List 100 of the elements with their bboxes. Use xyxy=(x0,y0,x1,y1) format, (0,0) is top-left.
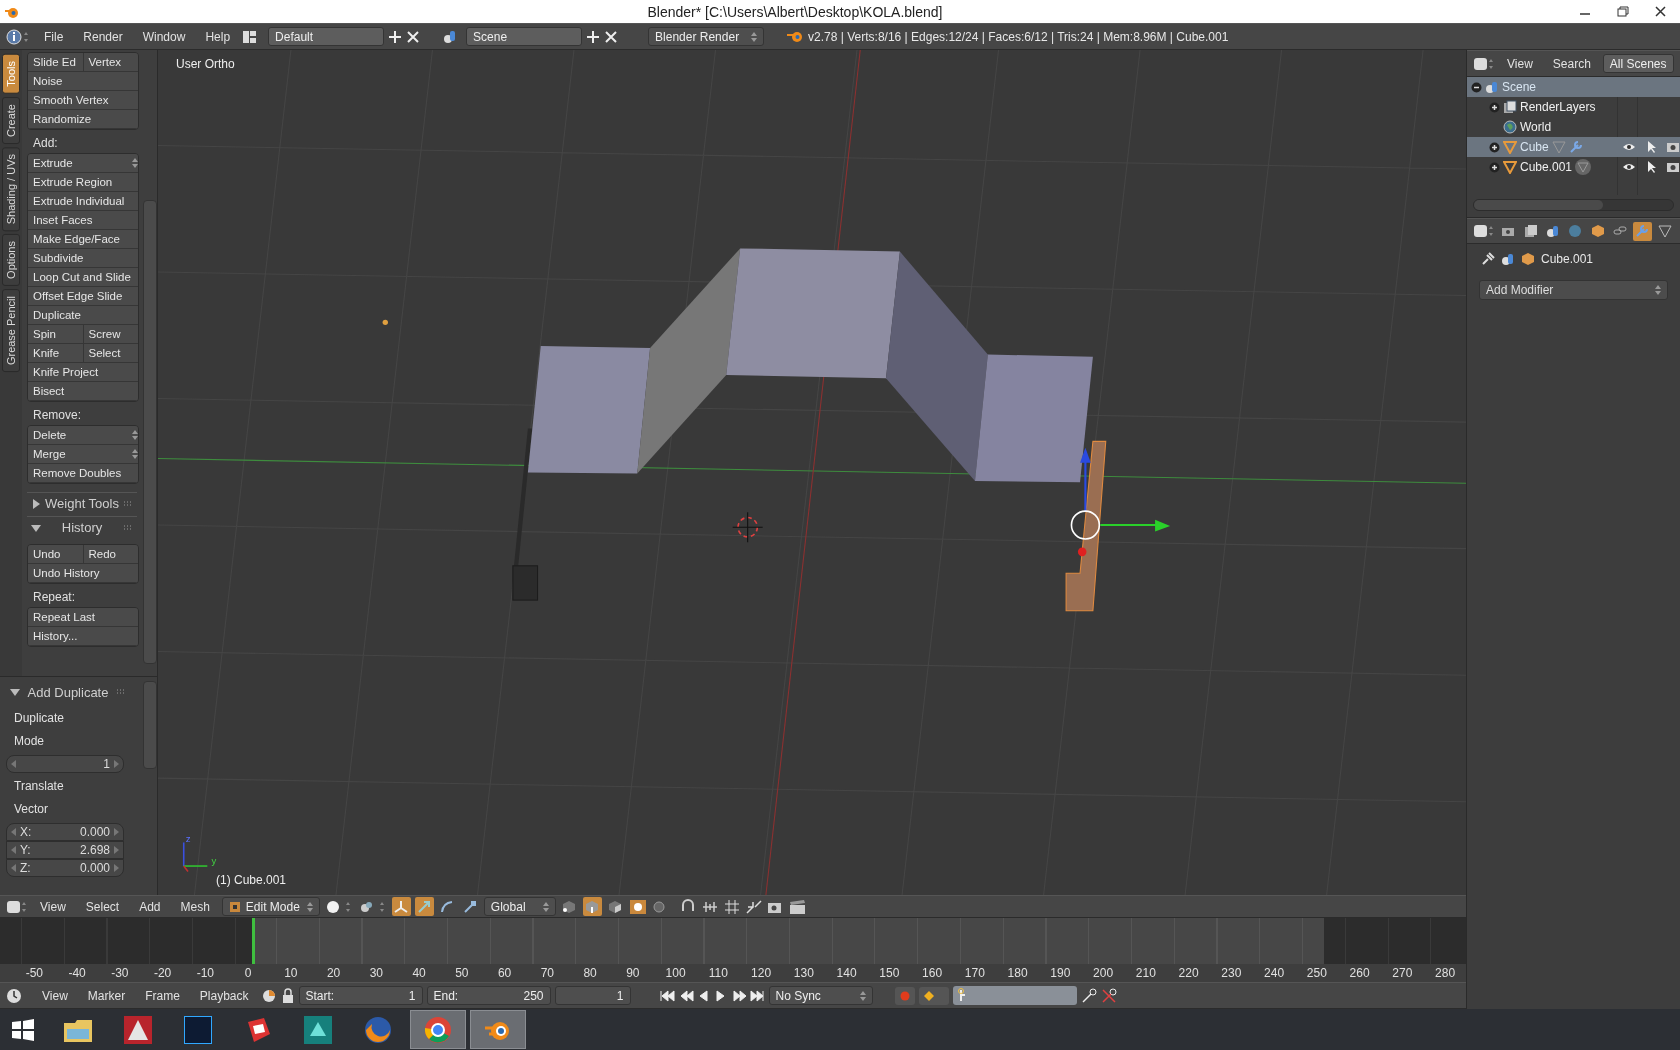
orientation-dropdown[interactable]: Global xyxy=(483,897,556,916)
end-frame-field[interactable]: End: 250 xyxy=(426,986,551,1005)
grid-snap-icon[interactable] xyxy=(722,898,741,915)
outliner-editor-icon[interactable] xyxy=(1473,55,1495,72)
menu-item[interactable]: View xyxy=(34,985,76,1006)
menu-item[interactable]: Search xyxy=(1544,53,1599,74)
number-field[interactable]: Y: 2.698 xyxy=(6,841,124,859)
select-mode-toggle[interactable] xyxy=(582,897,602,916)
menu-item[interactable]: Playback xyxy=(191,985,257,1006)
tool-button[interactable]: Loop Cut and Slide xyxy=(28,268,138,287)
shelf-tab[interactable]: Shading / UVs xyxy=(2,146,20,232)
panel-header[interactable]: Add Duplicate xyxy=(6,681,130,703)
dropdown-button[interactable]: Extrude xyxy=(28,154,138,173)
outliner-row[interactable]: Cube.001 xyxy=(1467,157,1680,177)
clapboard-icon[interactable] xyxy=(788,898,807,915)
tool-button[interactable]: Extrude Individual xyxy=(28,192,138,211)
tool-button[interactable]: Knife xyxy=(28,344,84,363)
scene-field[interactable]: Scene xyxy=(466,27,583,46)
scrollbar[interactable] xyxy=(143,681,157,769)
sync-dropdown[interactable]: No Sync xyxy=(768,986,873,1005)
outliner-row[interactable]: Cube xyxy=(1467,137,1680,157)
number-field[interactable]: 1 xyxy=(6,755,124,773)
tool-button[interactable]: Duplicate xyxy=(28,306,138,325)
menu-item[interactable]: Add xyxy=(131,896,169,917)
tool-button[interactable]: Inset Faces xyxy=(28,211,138,230)
outliner-row[interactable]: World xyxy=(1467,117,1680,137)
cursor-icon[interactable] xyxy=(1646,140,1656,154)
expand-icon[interactable] xyxy=(1489,101,1500,113)
menu-item[interactable]: Select xyxy=(77,896,128,917)
outliner-row[interactable]: Scene xyxy=(1467,77,1680,97)
pin-icon[interactable] xyxy=(1481,252,1495,266)
shrink-icon[interactable] xyxy=(744,898,763,915)
menu-item[interactable]: Frame xyxy=(137,985,188,1006)
key-icon[interactable] xyxy=(1080,987,1097,1004)
playback-controls-icon[interactable] xyxy=(658,988,765,1003)
expand-icon[interactable] xyxy=(1489,141,1500,153)
dropdown-button[interactable]: Merge xyxy=(28,445,138,464)
mode-dropdown[interactable]: Edit Mode xyxy=(221,897,320,916)
screen-layout-field[interactable]: Default xyxy=(268,27,385,46)
scrollbar[interactable] xyxy=(1474,200,1604,210)
add-icon[interactable] xyxy=(388,29,403,44)
close-icon[interactable] xyxy=(406,29,421,44)
shelf-tab[interactable]: Options xyxy=(2,234,20,286)
tool-button[interactable]: Repeat Last xyxy=(28,608,138,627)
properties-tab[interactable] xyxy=(1633,221,1652,241)
render-engine-dropdown[interactable]: Blender Render xyxy=(648,27,765,46)
lock-icon[interactable] xyxy=(280,987,295,1004)
current-frame-field[interactable]: 1 xyxy=(554,986,631,1005)
menu-item[interactable]: View xyxy=(1499,53,1541,74)
tool-button[interactable]: Remove Doubles xyxy=(28,464,138,483)
add-modifier-dropdown[interactable]: Add Modifier xyxy=(1479,280,1668,300)
expand-icon[interactable] xyxy=(1489,161,1500,173)
close-icon[interactable] xyxy=(604,29,619,44)
keyframe-icon[interactable] xyxy=(918,986,949,1005)
transform-gizmo[interactable] xyxy=(1070,447,1171,557)
camera-icon[interactable] xyxy=(1666,160,1680,174)
tool-button[interactable]: Undo xyxy=(28,545,84,564)
tool-button[interactable]: Select xyxy=(83,344,138,363)
number-field[interactable]: Z: 0.000 xyxy=(6,859,124,877)
scrollbar[interactable] xyxy=(143,200,157,664)
shelf-tab[interactable]: Grease Pencil xyxy=(2,288,20,373)
tool-button[interactable]: Noise xyxy=(28,72,138,91)
keying-set-field[interactable] xyxy=(952,986,1077,1005)
number-field[interactable]: X: 0.000 xyxy=(6,823,124,841)
tool-button[interactable]: Redo xyxy=(83,545,138,564)
tool-button[interactable]: Bisect xyxy=(28,382,138,401)
tool-button[interactable]: Knife Project xyxy=(28,363,138,382)
menu-item[interactable]: Mesh xyxy=(172,896,218,917)
tool-button[interactable]: Smooth Vertex xyxy=(28,91,138,110)
collapse-icon[interactable] xyxy=(1471,81,1482,93)
tool-button[interactable]: Slide Ed xyxy=(28,53,84,72)
occlude-icon[interactable] xyxy=(628,898,647,915)
menu-item[interactable]: Help xyxy=(197,26,239,47)
tool-button[interactable]: Randomize xyxy=(28,110,138,129)
tool-button[interactable]: Screw xyxy=(83,325,138,344)
tool-button[interactable]: Offset Edge Slide xyxy=(28,287,138,306)
menu-item[interactable]: View xyxy=(32,896,74,917)
camera-icon[interactable] xyxy=(1666,140,1680,154)
dropdown-button[interactable]: Delete xyxy=(28,426,138,445)
panel-header[interactable]: Weight Tools xyxy=(27,492,137,514)
cursor-icon[interactable] xyxy=(1646,160,1656,174)
tool-button[interactable]: Spin xyxy=(28,325,84,344)
tool-button[interactable]: Make Edge/Face xyxy=(28,230,138,249)
manipulator-toggle[interactable] xyxy=(414,897,434,916)
menu-item[interactable]: File xyxy=(36,26,72,47)
display-mode-dropdown[interactable]: All Scenes xyxy=(1602,54,1674,73)
outliner-row[interactable]: RenderLayers xyxy=(1467,97,1680,117)
cube-editor-icon[interactable] xyxy=(6,898,28,915)
start-frame-field[interactable]: Start: 1 xyxy=(298,986,423,1005)
menu-item[interactable]: Render xyxy=(75,26,131,47)
delete-key-icon[interactable] xyxy=(1100,987,1117,1004)
manipulator-toggle[interactable] xyxy=(391,897,411,916)
properties-editor-icon[interactable] xyxy=(1473,223,1495,239)
tool-button[interactable]: History... xyxy=(28,627,138,646)
add-icon[interactable] xyxy=(586,29,601,44)
tool-button[interactable]: Extrude Region xyxy=(28,173,138,192)
tool-button[interactable]: Undo History xyxy=(28,564,138,583)
panel-header[interactable]: History xyxy=(27,516,137,538)
preview-range-icon[interactable] xyxy=(260,987,277,1004)
tool-button[interactable]: Vertex xyxy=(83,53,138,72)
